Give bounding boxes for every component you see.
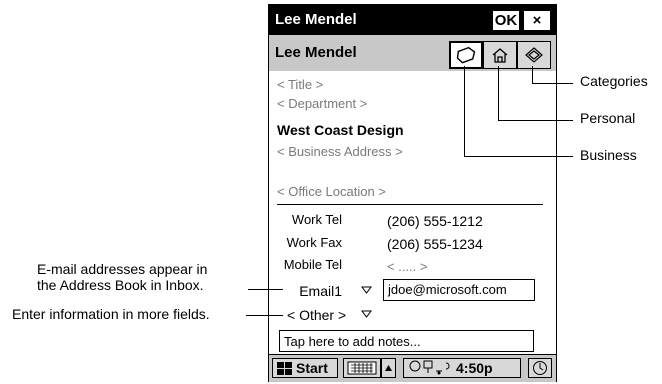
other-dropdown-icon[interactable] [361,309,372,318]
office-location-field[interactable]: < Office Location > [277,184,386,199]
tab-categories[interactable] [517,41,551,69]
callout-line [464,66,465,156]
callout-line [532,66,533,83]
window-title: Lee Mendel [275,11,357,28]
work-fax-label: Work Fax [286,235,342,250]
callout-more-fields: Enter information in more fields. [12,306,210,322]
notes-input[interactable]: Tap here to add notes... [279,330,534,352]
company-field[interactable]: West Coast Design [277,122,404,138]
system-tray[interactable]: 4:50p [403,358,521,378]
email-label: Email1 [299,283,342,299]
tag-icon [525,47,543,63]
callout-email-line2: the Address Book in Inbox. [37,277,204,293]
start-button[interactable]: Start [272,358,338,378]
taskbar: Start 4:50p [269,354,556,382]
mobile-tel-label: Mobile Tel [283,257,342,272]
callout-line [464,156,573,157]
up-arrow-icon [385,365,392,371]
divider [277,204,543,205]
keyboard-icon [347,361,377,375]
mobile-tel-value[interactable]: < ..... > [387,259,427,274]
business-icon [456,46,476,64]
desktop-button[interactable] [528,358,552,378]
ok-button[interactable]: OK [492,10,520,31]
business-address-field[interactable]: < Business Address > [277,144,403,159]
input-menu-button[interactable] [381,358,396,378]
email-dropdown-icon[interactable] [361,285,372,294]
email-input[interactable]: jdoe@microsoft.com [383,279,535,301]
work-tel-label: Work Tel [291,212,342,227]
contact-name: Lee Mendel [275,44,357,61]
callout-line [532,83,573,84]
callout-categories: Categories [580,73,648,89]
other-fields-dropdown[interactable]: < Other > [287,307,346,323]
callout-line [248,289,283,290]
clock-icon [533,361,547,375]
contact-header: Lee Mendel [269,35,556,71]
callout-line [246,315,283,316]
keyboard-button[interactable] [343,358,381,378]
work-tel-value[interactable]: (206) 555-1212 [387,213,483,229]
work-fax-value[interactable]: (206) 555-1234 [387,236,483,252]
close-button[interactable]: × [523,10,551,31]
title-bar: Lee Mendel OK × [269,5,556,35]
device-screen: Lee Mendel OK × Lee Mendel < Title > < D… [268,4,557,382]
clock: 4:50p [456,360,493,376]
home-icon [492,48,508,63]
tab-business[interactable] [449,41,483,69]
department-field[interactable]: < Department > [277,96,367,111]
start-label: Start [296,360,328,376]
callout-personal: Personal [580,110,636,126]
callout-line [498,120,573,121]
tab-personal[interactable] [483,41,517,69]
windows-flag-icon [277,362,292,375]
callout-business: Business [580,147,637,163]
callout-line [498,66,499,120]
callout-email-line1: E-mail addresses appear in [37,261,208,277]
notification-icons [409,360,450,375]
title-field[interactable]: < Title > [277,77,323,92]
